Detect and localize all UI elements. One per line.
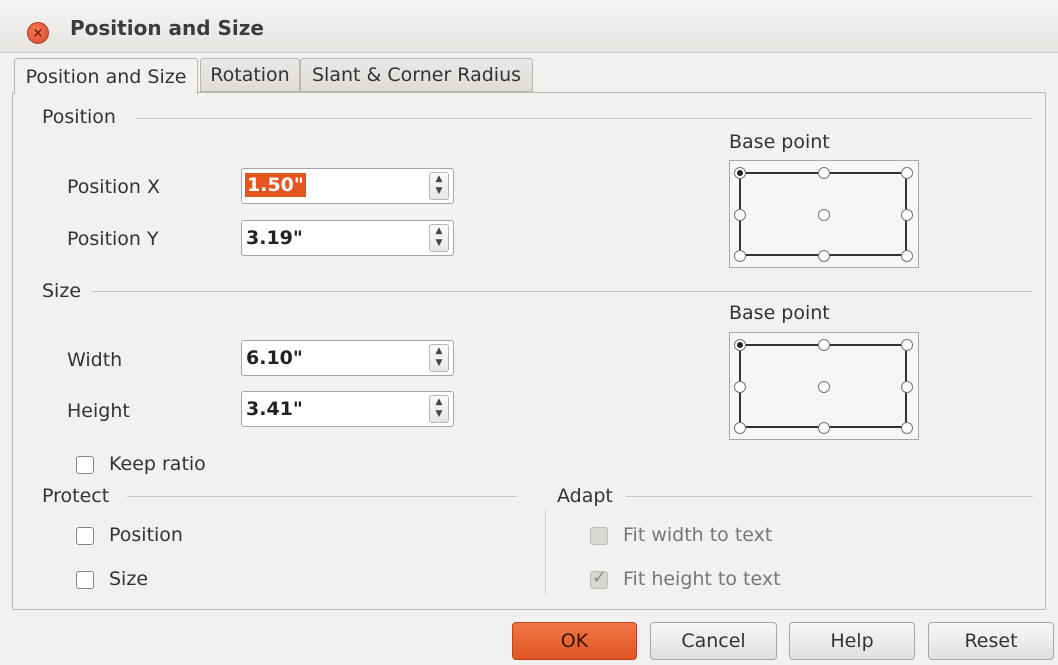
width-value: 6.10": [246, 347, 303, 369]
base-point-top-left[interactable]: [734, 167, 746, 179]
close-icon[interactable]: ×: [27, 22, 49, 44]
size-separator: [92, 291, 1033, 292]
tab-position-and-size[interactable]: Position and Size: [14, 58, 198, 94]
base-point-middle-left[interactable]: [734, 209, 746, 221]
width-field[interactable]: 6.10" ▲ ▼: [241, 340, 454, 376]
help-button[interactable]: Help: [789, 622, 915, 660]
base-point-bottom-center[interactable]: [818, 250, 830, 262]
size-base-point-selector[interactable]: [729, 332, 919, 440]
position-base-point-selector[interactable]: [729, 160, 919, 268]
position-separator: [136, 118, 1033, 119]
fit-width-label: Fit width to text: [623, 524, 773, 546]
base-point-bottom-left[interactable]: [734, 422, 746, 434]
position-x-field[interactable]: 1.50" ▲ ▼: [241, 168, 454, 204]
protect-heading: Protect: [42, 485, 110, 507]
adapt-separator: [626, 496, 1033, 497]
size-heading: Size: [42, 280, 82, 302]
position-y-label: Position Y: [67, 228, 159, 250]
position-heading: Position: [42, 106, 116, 128]
base-point-top-right[interactable]: [901, 339, 913, 351]
base-point-bottom-right[interactable]: [901, 250, 913, 262]
base-point-top-center[interactable]: [818, 167, 830, 179]
base-point-top-left[interactable]: [734, 339, 746, 351]
ok-button[interactable]: OK: [512, 622, 637, 660]
position-x-stepper[interactable]: ▲ ▼: [429, 172, 449, 200]
size-base-point-label: Base point: [729, 302, 830, 324]
protect-separator: [127, 496, 517, 497]
height-field[interactable]: 3.41" ▲ ▼: [241, 391, 454, 427]
reset-button[interactable]: Reset: [928, 622, 1054, 660]
base-point-middle-right[interactable]: [901, 381, 913, 393]
protect-position-checkbox[interactable]: [76, 527, 94, 545]
base-point-bottom-right[interactable]: [901, 422, 913, 434]
base-point-top-right[interactable]: [901, 167, 913, 179]
checkmark-icon: ✓: [592, 567, 608, 588]
window-title: Position and Size: [70, 16, 264, 40]
base-point-middle-left[interactable]: [734, 381, 746, 393]
title-bar: × Position and Size: [0, 0, 1058, 53]
height-label: Height: [67, 400, 130, 422]
position-y-value: 3.19": [246, 227, 303, 249]
tab-slant-corner-radius[interactable]: Slant & Corner Radius: [300, 58, 533, 92]
base-point-bottom-left[interactable]: [734, 250, 746, 262]
protect-size-label: Size: [109, 568, 149, 590]
position-y-stepper[interactable]: ▲ ▼: [429, 224, 449, 252]
width-stepper[interactable]: ▲ ▼: [429, 344, 449, 372]
width-label: Width: [67, 349, 123, 371]
base-point-center[interactable]: [818, 381, 830, 393]
position-y-field[interactable]: 3.19" ▲ ▼: [241, 220, 454, 256]
base-point-top-center[interactable]: [818, 339, 830, 351]
base-point-middle-right[interactable]: [901, 209, 913, 221]
height-stepper[interactable]: ▲ ▼: [429, 395, 449, 423]
position-base-point-label: Base point: [729, 131, 830, 153]
section-divider: [545, 510, 546, 594]
height-value: 3.41": [246, 398, 303, 420]
fit-height-checkbox[interactable]: ✓: [590, 567, 608, 589]
adapt-heading: Adapt: [557, 485, 613, 507]
base-point-center[interactable]: [818, 209, 830, 221]
protect-position-label: Position: [109, 524, 183, 546]
fit-width-checkbox[interactable]: [590, 527, 608, 545]
cancel-button[interactable]: Cancel: [650, 622, 777, 660]
keep-ratio-label: Keep ratio: [109, 453, 206, 475]
base-point-bottom-center[interactable]: [818, 422, 830, 434]
protect-size-checkbox[interactable]: [76, 571, 94, 589]
position-x-value: 1.50": [245, 173, 306, 197]
position-x-label: Position X: [67, 176, 161, 198]
tab-rotation[interactable]: Rotation: [200, 58, 300, 92]
keep-ratio-checkbox[interactable]: [76, 456, 94, 474]
fit-height-label: Fit height to text: [623, 568, 781, 590]
